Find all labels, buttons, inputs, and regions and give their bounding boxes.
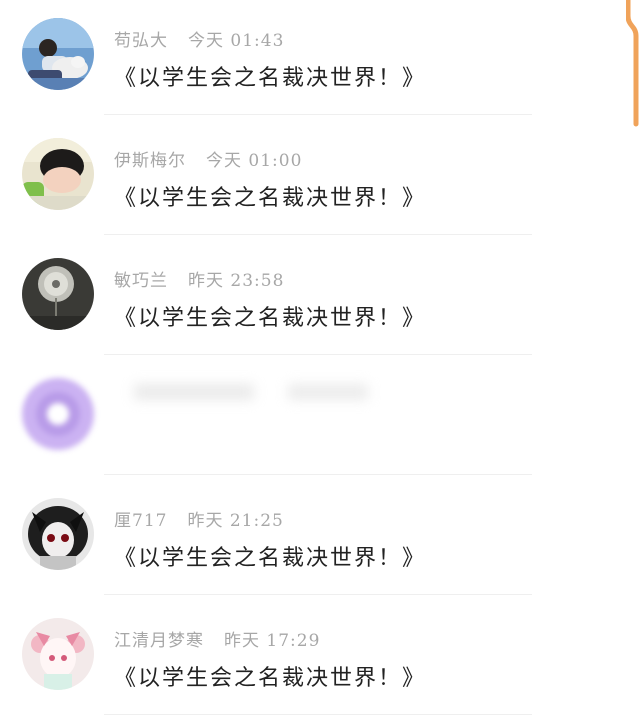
message-text: 《以学生会之名裁决世界！》 xyxy=(114,666,427,691)
pixelated-purple-avatar-icon xyxy=(22,378,94,450)
sender-name[interactable]: 江清月梦寒 xyxy=(114,631,204,651)
sender-name[interactable]: 敏巧兰 xyxy=(114,271,168,291)
divider xyxy=(104,594,532,595)
message-meta: 敏巧兰 昨天 23:58 xyxy=(114,266,285,291)
divider xyxy=(104,234,532,235)
message-row[interactable]: 厘717 昨天 21:25 《以学生会之名裁决世界！》 xyxy=(0,480,560,600)
scroll-indicator-icon xyxy=(625,0,639,127)
message-text: 《以学生会之名裁决世界！》 xyxy=(114,306,427,331)
avatar[interactable] xyxy=(22,138,94,210)
sender-name[interactable]: 苟弘大 xyxy=(114,31,168,51)
avatar[interactable] xyxy=(22,498,94,570)
divider xyxy=(104,114,532,115)
avatar[interactable] xyxy=(22,378,94,450)
message-meta: 苟弘大 今天 01:43 xyxy=(114,26,285,51)
message-text: 《以学生会之名裁决世界！》 xyxy=(114,186,427,211)
avatar[interactable] xyxy=(22,18,94,90)
sender-name[interactable]: 伊斯梅尔 xyxy=(114,151,186,171)
dandelion-photo-icon xyxy=(22,258,94,330)
timestamp: 昨天 21:25 xyxy=(187,511,284,531)
timestamp: 今天 01:43 xyxy=(188,31,285,51)
message-list: 苟弘大 今天 01:43 《以学生会之名裁决世界！》 伊斯梅尔 今天 01:00 《… xyxy=(0,0,640,715)
anime-character-pink-art-icon xyxy=(22,618,94,690)
message-meta xyxy=(114,384,369,408)
sleeping-boy-photo-icon xyxy=(22,138,94,210)
timestamp: 昨天 17:29 xyxy=(224,631,321,651)
avatar[interactable] xyxy=(22,258,94,330)
divider xyxy=(104,354,532,355)
message-row[interactable]: 敏巧兰 昨天 23:58 《以学生会之名裁决世界！》 xyxy=(0,240,560,360)
scroll-indicator[interactable] xyxy=(625,0,640,132)
divider xyxy=(104,474,532,475)
boy-with-dog-photo-icon xyxy=(22,18,94,90)
message-meta: 伊斯梅尔 今天 01:00 xyxy=(114,146,303,171)
message-meta: 江清月梦寒 昨天 17:29 xyxy=(114,626,321,651)
avatar[interactable] xyxy=(22,618,94,690)
anime-character-dark-art-icon xyxy=(22,498,94,570)
message-row-redacted[interactable] xyxy=(0,360,560,480)
message-row[interactable]: 江清月梦寒 昨天 17:29 《以学生会之名裁决世界！》 xyxy=(0,600,560,720)
message-meta: 厘717 昨天 21:25 xyxy=(114,506,284,531)
message-row[interactable]: 苟弘大 今天 01:43 《以学生会之名裁决世界！》 xyxy=(0,0,560,120)
message-text: 《以学生会之名裁决世界！》 xyxy=(114,66,427,91)
timestamp: 昨天 23:58 xyxy=(188,271,285,291)
sender-name[interactable]: 厘717 xyxy=(114,511,167,531)
message-row[interactable]: 伊斯梅尔 今天 01:00 《以学生会之名裁决世界！》 xyxy=(0,120,560,240)
message-text: 《以学生会之名裁决世界！》 xyxy=(114,546,427,571)
timestamp: 今天 01:00 xyxy=(206,151,303,171)
